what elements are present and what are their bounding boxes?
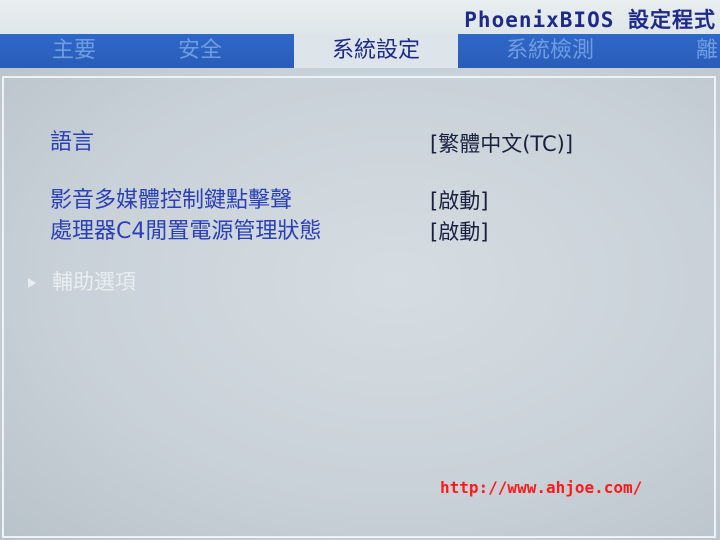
- watermark-url: http://www.ahjoe.com/: [440, 478, 643, 497]
- tab-system-config[interactable]: 系統設定: [294, 34, 458, 68]
- tab-diagnostics[interactable]: 系統檢測: [506, 34, 594, 68]
- language-value[interactable]: [繁體中文(TC)]: [430, 128, 573, 158]
- bios-title: PhoenixBIOS 設定程式: [464, 8, 716, 32]
- title-bar: PhoenixBIOS 設定程式: [0, 0, 720, 34]
- language-label[interactable]: 語言: [50, 124, 94, 156]
- tab-security[interactable]: 安全: [178, 34, 222, 68]
- settings-frame: [2, 76, 716, 538]
- submenu-label: 輔助選項: [52, 270, 136, 294]
- tab-main[interactable]: 主要: [52, 34, 96, 68]
- triangle-right-icon: [28, 278, 36, 288]
- cpu-c4-power-value[interactable]: [啟動]: [430, 216, 488, 246]
- submenu-auxiliary-options[interactable]: 輔助選項: [28, 266, 136, 296]
- multimedia-key-click-value[interactable]: [啟動]: [430, 185, 488, 215]
- cpu-c4-power-label[interactable]: 處理器C4閒置電源管理狀態: [50, 213, 321, 245]
- tab-exit[interactable]: 離: [696, 34, 718, 68]
- multimedia-key-click-label[interactable]: 影音多媒體控制鍵點擊聲: [50, 182, 292, 214]
- menu-bar: 主要 安全 系統設定 系統檢測 離: [0, 34, 720, 68]
